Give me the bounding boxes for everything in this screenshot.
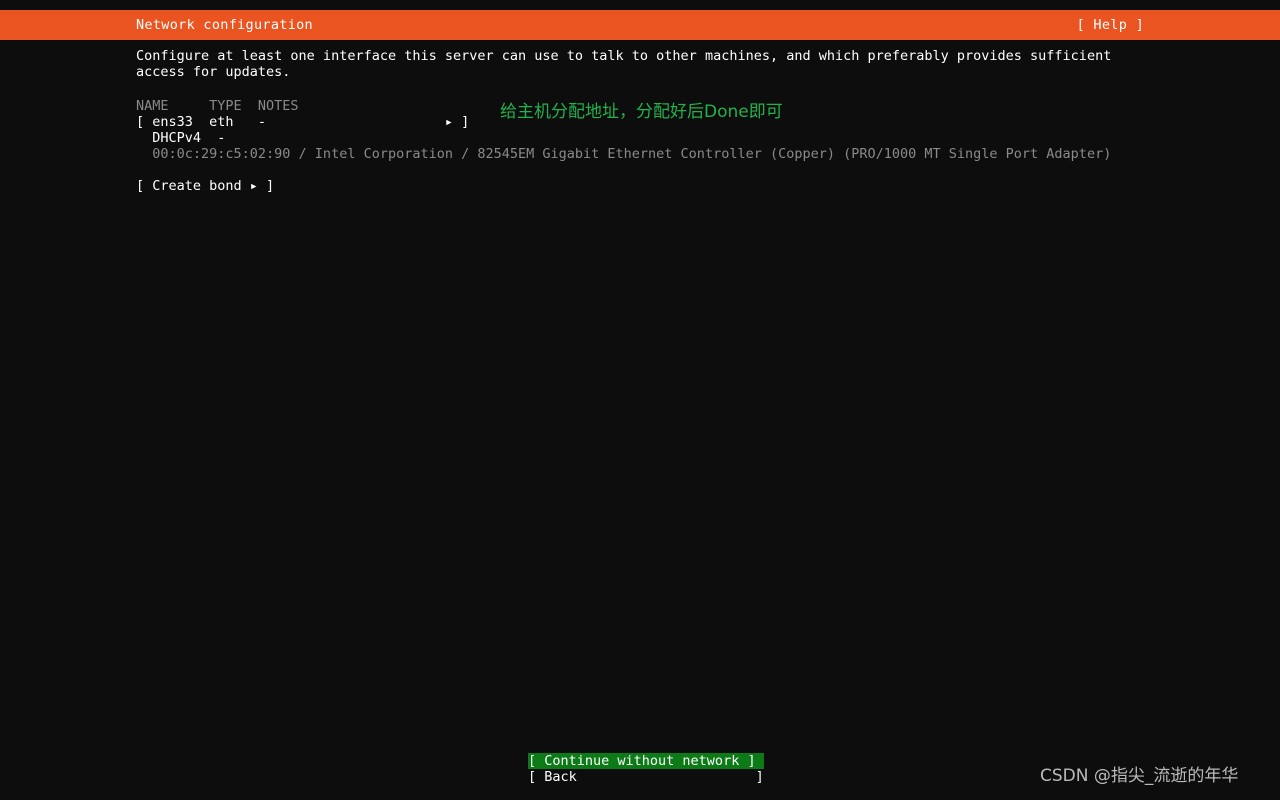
continue-without-network-button[interactable]: [ Continue without network ] (528, 753, 764, 769)
installer-screen: Network configuration [ Help ] Configure… (0, 0, 1280, 800)
table-column-headers: NAME TYPE NOTES (136, 98, 299, 114)
intro-line-1: Configure at least one interface this se… (136, 48, 1112, 64)
header-bar: Network configuration [ Help ] (0, 10, 1280, 40)
table-row[interactable]: [ ens33 eth - ▸ ] (136, 114, 469, 130)
interface-row-ens33[interactable]: [ ens33 eth - ▸ ] (136, 114, 469, 130)
create-bond-button[interactable]: [ Create bond ▸ ] (136, 178, 274, 194)
help-button[interactable]: [ Help ] (1077, 17, 1144, 33)
intro-text: Configure at least one interface this se… (136, 48, 1136, 80)
watermark: CSDN @指尖_流逝的年华 (1040, 766, 1239, 786)
footer-buttons: [ Continue without network ] [ Back ] (528, 753, 764, 785)
page-title: Network configuration (136, 17, 313, 33)
interface-protocol-row: DHCPv4 - (136, 130, 226, 146)
annotation-note: 给主机分配地址，分配好后Done即可 (500, 102, 783, 122)
back-button[interactable]: [ Back ] (528, 769, 764, 785)
intro-line-2: access for updates. (136, 64, 291, 80)
interface-hardware-detail: 00:0c:29:c5:02:90 / Intel Corporation / … (136, 146, 1112, 162)
